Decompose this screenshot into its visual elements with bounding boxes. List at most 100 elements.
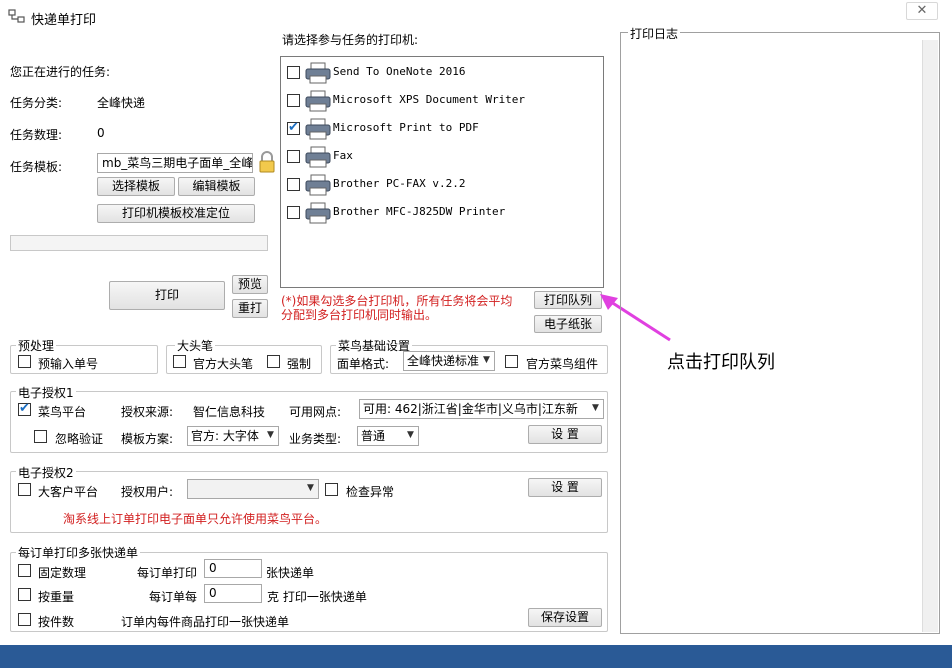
bigpen-title: 大头笔 xyxy=(175,337,216,354)
log-scrollbar[interactable] xyxy=(922,40,938,632)
by-weight-label: 按重量 xyxy=(38,590,75,604)
task-count-value: 0 xyxy=(97,126,105,140)
official-component-checkbox[interactable] xyxy=(505,355,518,368)
fixed-qty-label: 固定数理 xyxy=(38,566,87,580)
per-order-input[interactable]: 0 xyxy=(204,559,262,578)
status-bar xyxy=(0,645,952,668)
official-bigpen-checkbox[interactable] xyxy=(173,355,186,368)
print-queue-button[interactable]: 打印队列 xyxy=(534,291,602,309)
official-bigpen-label: 官方大头笔 xyxy=(193,357,254,371)
printer-name: Fax xyxy=(333,149,353,162)
printer-checkbox[interactable] xyxy=(287,94,300,107)
ignore-verify-checkbox[interactable] xyxy=(34,430,47,443)
printer-note: (*)如果勾选多台打印机，所有任务将会平均分配到多台打印机同时输出。 xyxy=(281,294,513,322)
pre-input-label: 预输入单号 xyxy=(38,357,99,371)
auth1-title: 电子授权1 xyxy=(16,384,76,401)
e-paper-button[interactable]: 电子纸张 xyxy=(534,315,602,333)
outlet-value: 可用: 462|浙江省|金华市|义乌市|江东新 xyxy=(363,402,578,416)
printer-name: Send To OneNote 2016 xyxy=(333,65,466,78)
weight-input[interactable]: 0 xyxy=(204,584,262,603)
auth-user-label: 授权用户: xyxy=(121,485,174,499)
chevron-down-icon: ▼ xyxy=(483,355,490,365)
pre-input-checkbox[interactable] xyxy=(18,355,31,368)
calibrate-button[interactable]: 打印机模板校准定位 xyxy=(97,204,255,223)
biz-value: 普通 xyxy=(361,429,386,443)
log-panel xyxy=(620,32,940,634)
printer-list: Send To OneNote 2016 Microsoft XPS Docum… xyxy=(280,56,604,288)
cainiao-platform-checkbox[interactable] xyxy=(18,401,31,416)
task-template-label: 任务模板: xyxy=(10,160,63,174)
biz-select[interactable]: 普通 ▼ xyxy=(357,426,419,446)
printer-checkbox[interactable] xyxy=(287,178,300,191)
printer-checkbox[interactable] xyxy=(287,206,300,219)
pieces-text: 订单内每件商品打印一张快递单 xyxy=(121,615,290,629)
official-component-label: 官方菜鸟组件 xyxy=(526,357,599,371)
ignore-verify-label: 忽略验证 xyxy=(55,432,104,446)
chevron-down-icon: ▼ xyxy=(407,430,414,440)
printer-icon xyxy=(305,174,331,196)
print-button[interactable]: 打印 xyxy=(109,281,225,310)
by-pieces-label: 按件数 xyxy=(38,615,75,629)
task-count-label: 任务数理: xyxy=(10,128,63,142)
printer-checkbox[interactable] xyxy=(287,120,300,135)
save-settings-button[interactable]: 保存设置 xyxy=(528,608,602,627)
by-weight-checkbox[interactable] xyxy=(18,588,31,601)
outlet-select[interactable]: 可用: 462|浙江省|金华市|义乌市|江东新 ▼ xyxy=(359,399,604,419)
preprocess-title: 预处理 xyxy=(16,337,57,354)
printer-checkbox[interactable] xyxy=(287,66,300,79)
printer-name: Brother PC-FAX v.2.2 xyxy=(333,177,466,190)
edit-template-button[interactable]: 编辑模板 xyxy=(178,177,255,196)
auth2-title: 电子授权2 xyxy=(16,464,76,481)
force-label: 强制 xyxy=(287,357,312,371)
printer-name: Microsoft XPS Document Writer xyxy=(333,93,526,106)
printer-icon xyxy=(305,202,331,224)
lock-icon xyxy=(259,151,275,173)
template-field[interactable]: mb_菜鸟三期电子面单_全峰 xyxy=(97,153,253,173)
close-button[interactable]: ✕ xyxy=(906,2,938,20)
task-category-label: 任务分类: xyxy=(10,96,63,110)
fixed-qty-checkbox[interactable] xyxy=(18,564,31,577)
big-client-label: 大客户平台 xyxy=(38,485,99,499)
printer-icon xyxy=(305,146,331,168)
cainiao-basic-title: 菜鸟基础设置 xyxy=(336,337,413,354)
auth2-warning: 淘系线上订单打印电子面单只允许使用菜鸟平台。 xyxy=(63,512,328,526)
progress-bar xyxy=(10,235,268,251)
check-abnormal-label: 检查异常 xyxy=(346,485,395,499)
printer-list-header: 请选择参与任务的打印机: xyxy=(282,33,419,47)
preview-button[interactable]: 预览 xyxy=(232,275,268,294)
scheme-label: 模板方案: xyxy=(121,432,174,446)
app-icon xyxy=(8,9,25,23)
outlet-label: 可用网点: xyxy=(289,405,342,419)
task-category-value: 全峰快递 xyxy=(97,96,146,110)
auth-user-select[interactable]: ▼ xyxy=(187,479,319,499)
current-task-label: 您正在进行的任务: xyxy=(10,65,111,79)
printer-icon xyxy=(305,90,331,112)
cainiao-platform-label: 菜鸟平台 xyxy=(38,405,87,419)
multi-print-title: 每订单打印多张快递单 xyxy=(16,544,141,561)
printer-icon xyxy=(305,118,331,140)
scheme-value: 官方: 大字体 xyxy=(191,429,259,443)
per-order-unit: 张快递单 xyxy=(266,566,315,580)
force-checkbox[interactable] xyxy=(267,355,280,368)
printer-name: Microsoft Print to PDF xyxy=(333,121,479,134)
format-select[interactable]: 全峰快递标准 ▼ xyxy=(403,351,495,371)
source-label: 授权来源: xyxy=(121,405,174,419)
per-order-print-label: 每订单打印 xyxy=(137,566,198,580)
format-value: 全峰快递标准 xyxy=(407,354,480,368)
select-template-button[interactable]: 选择模板 xyxy=(97,177,175,196)
chevron-down-icon: ▼ xyxy=(267,430,274,440)
weight-unit: 克 打印一张快递单 xyxy=(267,590,367,604)
auth2-settings-button[interactable]: 设 置 xyxy=(528,478,602,497)
big-client-checkbox[interactable] xyxy=(18,483,31,496)
printer-name: Brother MFC-J825DW Printer xyxy=(333,205,506,218)
chevron-down-icon: ▼ xyxy=(307,483,314,493)
check-abnormal-checkbox[interactable] xyxy=(325,483,338,496)
printer-checkbox[interactable] xyxy=(287,150,300,163)
printer-icon xyxy=(305,62,331,84)
per-order-each-label: 每订单每 xyxy=(149,590,198,604)
by-pieces-checkbox[interactable] xyxy=(18,613,31,626)
auth1-settings-button[interactable]: 设 置 xyxy=(528,425,602,444)
scheme-select[interactable]: 官方: 大字体 ▼ xyxy=(187,426,279,446)
reprint-button[interactable]: 重打 xyxy=(232,299,268,318)
chevron-down-icon: ▼ xyxy=(592,403,599,413)
